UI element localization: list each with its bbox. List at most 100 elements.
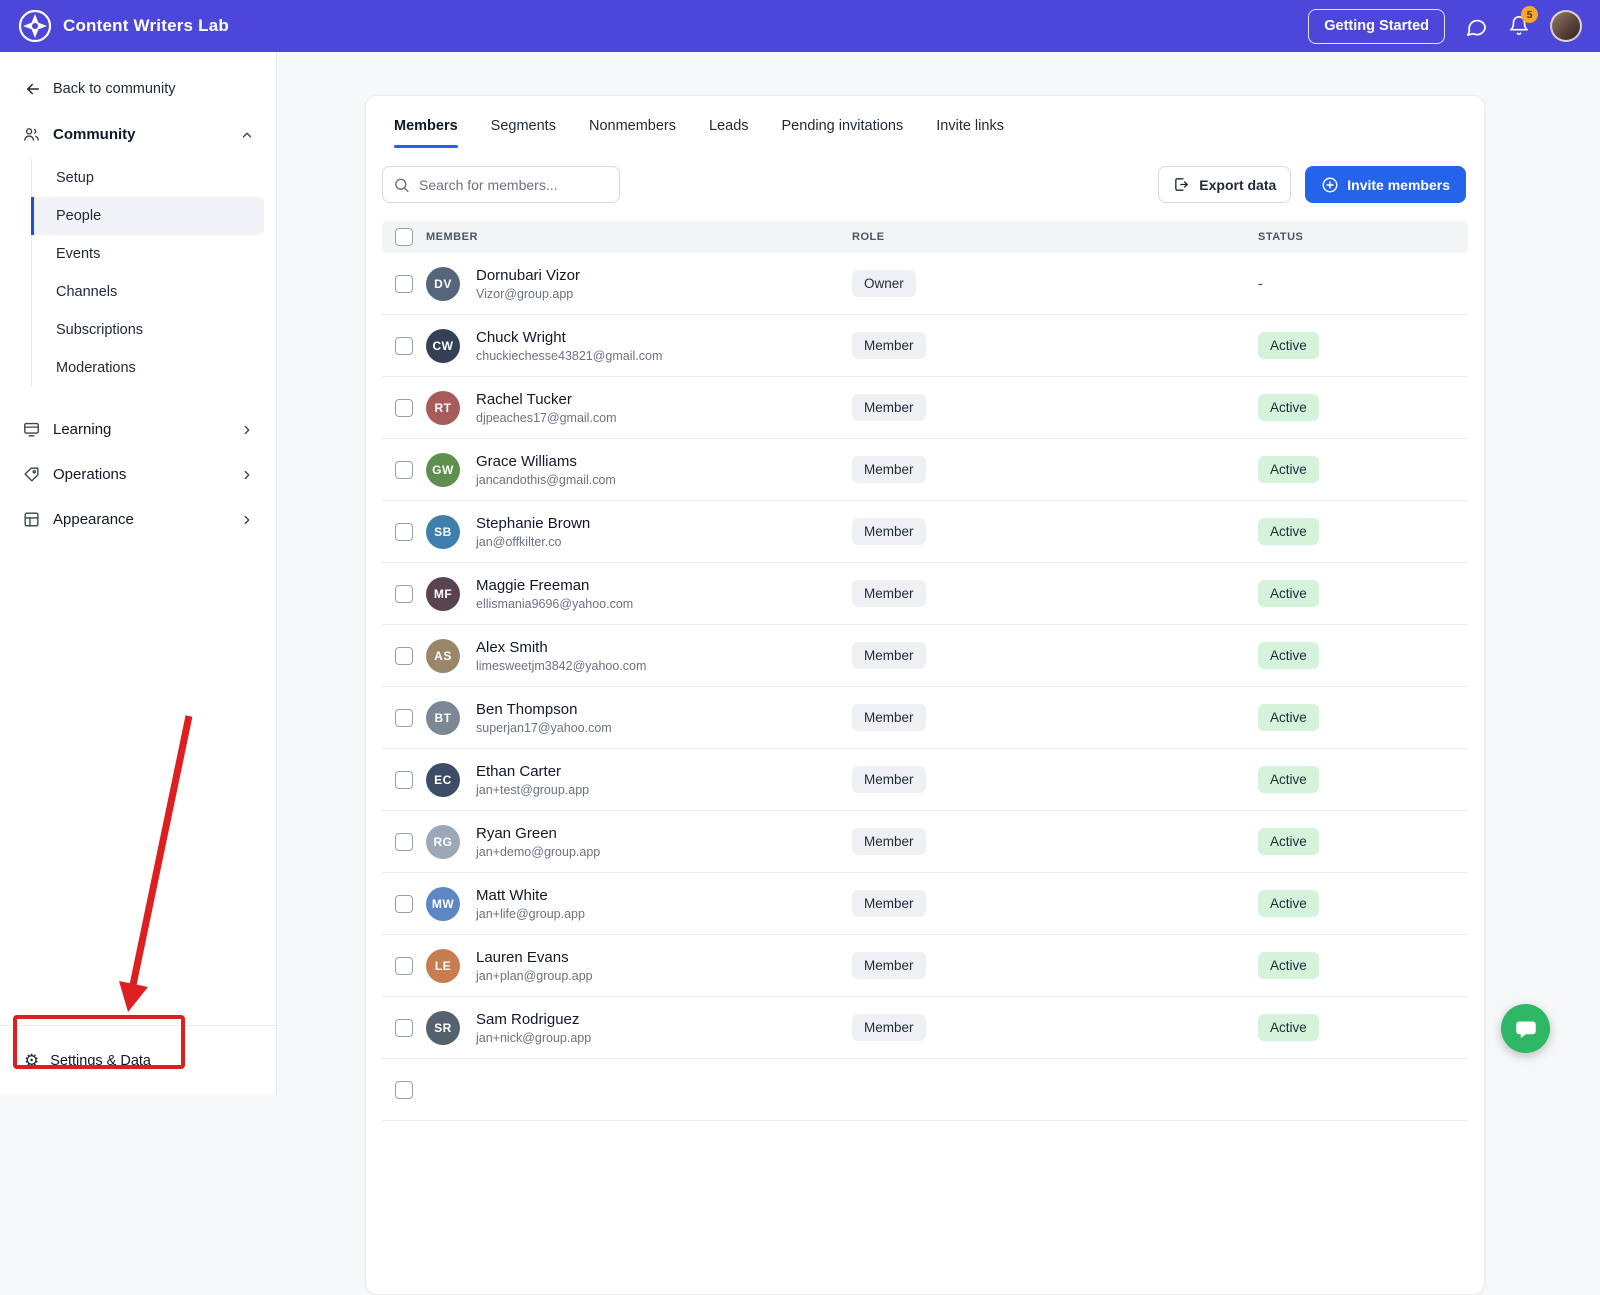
chevron-right-icon xyxy=(240,468,254,482)
gear-icon: ⚙ xyxy=(24,1052,39,1069)
status-badge: Active xyxy=(1258,518,1319,545)
status-badge: Active xyxy=(1258,704,1319,731)
member-name: Ryan Green xyxy=(476,825,600,842)
member-name: Ethan Carter xyxy=(476,763,589,780)
sidebar-section-appearance[interactable]: Appearance xyxy=(0,497,276,542)
settings-and-data-link[interactable]: ⚙ Settings & Data xyxy=(24,1052,252,1069)
table-row: MF Maggie Freeman ellismania9696@yahoo.c… xyxy=(382,563,1468,625)
messages-icon[interactable] xyxy=(1465,15,1488,38)
sidebar-item-people[interactable]: People xyxy=(32,197,264,235)
operations-icon xyxy=(22,465,41,484)
settings-label: Settings & Data xyxy=(50,1053,151,1069)
role-badge: Member xyxy=(852,890,926,917)
sidebar-section-learning[interactable]: Learning xyxy=(0,407,276,452)
row-checkbox[interactable] xyxy=(395,709,413,727)
role-badge: Member xyxy=(852,456,926,483)
app-logo-icon xyxy=(18,9,52,43)
sidebar-item-setup[interactable]: Setup xyxy=(32,159,264,197)
sidebar-item-channels[interactable]: Channels xyxy=(32,273,264,311)
row-checkbox[interactable] xyxy=(395,399,413,417)
role-badge: Owner xyxy=(852,270,916,297)
tab-segments[interactable]: Segments xyxy=(491,118,556,148)
search-input[interactable] xyxy=(382,166,620,203)
export-data-button[interactable]: Export data xyxy=(1158,166,1291,203)
row-checkbox[interactable] xyxy=(395,647,413,665)
user-avatar[interactable] xyxy=(1550,10,1582,42)
row-checkbox[interactable] xyxy=(395,1081,413,1099)
sidebar: Back to community Community SetupPeopleE… xyxy=(0,52,277,1095)
select-all-checkbox[interactable] xyxy=(395,228,413,246)
member-name: Ben Thompson xyxy=(476,701,612,718)
row-checkbox[interactable] xyxy=(395,833,413,851)
chat-launcher-button[interactable] xyxy=(1501,1004,1550,1053)
member-name: Dornubari Vizor xyxy=(476,267,580,284)
learning-section-label: Learning xyxy=(53,421,111,438)
export-label: Export data xyxy=(1199,177,1276,193)
chat-bubble-icon xyxy=(1514,1017,1538,1041)
brand-name: Content Writers Lab xyxy=(63,16,229,36)
sidebar-item-moderations[interactable]: Moderations xyxy=(32,349,264,387)
table-row: CW Chuck Wright chuckiechesse43821@gmail… xyxy=(382,315,1468,377)
status-badge: Active xyxy=(1258,642,1319,669)
header-status: STATUS xyxy=(1258,231,1468,243)
operations-section-label: Operations xyxy=(53,466,126,483)
tab-pending-invitations[interactable]: Pending invitations xyxy=(782,118,904,148)
members-table: MEMBER ROLE STATUS DV Dornubari Vizor Vi… xyxy=(382,221,1468,1121)
member-email: superjan17@yahoo.com xyxy=(476,721,612,735)
member-email: jan+plan@group.app xyxy=(476,969,593,983)
table-row: RG Ryan Green jan+demo@group.app Member … xyxy=(382,811,1468,873)
sidebar-section-operations[interactable]: Operations xyxy=(0,452,276,497)
invite-members-button[interactable]: Invite members xyxy=(1305,166,1466,203)
row-checkbox[interactable] xyxy=(395,895,413,913)
toolbar: Export data Invite members xyxy=(366,148,1484,219)
member-name: Stephanie Brown xyxy=(476,515,590,532)
table-row: SB Stephanie Brown jan@offkilter.co Memb… xyxy=(382,501,1468,563)
plus-circle-icon xyxy=(1321,176,1339,194)
row-checkbox[interactable] xyxy=(395,275,413,293)
table-row: BT Ben Thompson superjan17@yahoo.com Mem… xyxy=(382,687,1468,749)
tabs-bar: Members Segments Nonmembers Leads Pending in… xyxy=(366,96,1484,148)
chevron-right-icon xyxy=(240,423,254,437)
row-checkbox[interactable] xyxy=(395,337,413,355)
status-badge: Active xyxy=(1258,580,1319,607)
getting-started-button[interactable]: Getting Started xyxy=(1308,9,1445,44)
sidebar-item-subscriptions[interactable]: Subscriptions xyxy=(32,311,264,349)
row-checkbox[interactable] xyxy=(395,523,413,541)
table-row: DV Dornubari Vizor Vizor@group.app Owner… xyxy=(382,253,1468,315)
member-email: djpeaches17@gmail.com xyxy=(476,411,617,425)
header-role: ROLE xyxy=(852,231,1258,243)
tab-members[interactable]: Members xyxy=(394,118,458,148)
member-email: limesweetjm3842@yahoo.com xyxy=(476,659,646,673)
role-badge: Member xyxy=(852,332,926,359)
search-box xyxy=(382,166,620,203)
sidebar-item-events[interactable]: Events xyxy=(32,235,264,273)
appearance-section-label: Appearance xyxy=(53,511,134,528)
member-name: Lauren Evans xyxy=(476,949,593,966)
sidebar-section-community[interactable]: Community xyxy=(0,112,276,157)
back-arrow-icon xyxy=(24,80,42,98)
table-row: AS Alex Smith limesweetjm3842@yahoo.com … xyxy=(382,625,1468,687)
learning-icon xyxy=(22,420,41,439)
member-avatar: CW xyxy=(426,329,460,363)
back-link-label: Back to community xyxy=(53,81,176,97)
tab-nonmembers[interactable]: Nonmembers xyxy=(589,118,676,148)
row-checkbox[interactable] xyxy=(395,957,413,975)
member-name: Rachel Tucker xyxy=(476,391,617,408)
row-checkbox[interactable] xyxy=(395,585,413,603)
row-checkbox[interactable] xyxy=(395,461,413,479)
status-text: - xyxy=(1258,275,1263,291)
row-checkbox[interactable] xyxy=(395,771,413,789)
notifications-bell-icon[interactable]: 5 xyxy=(1508,15,1530,37)
member-email: ellismania9696@yahoo.com xyxy=(476,597,633,611)
tab-invite-links[interactable]: Invite links xyxy=(936,118,1004,148)
role-badge: Member xyxy=(852,952,926,979)
member-email: jan+test@group.app xyxy=(476,783,589,797)
invite-label: Invite members xyxy=(1347,177,1450,193)
back-to-community-link[interactable]: Back to community xyxy=(0,52,276,112)
member-name: Maggie Freeman xyxy=(476,577,633,594)
table-row-partial xyxy=(382,1059,1468,1121)
row-checkbox[interactable] xyxy=(395,1019,413,1037)
tab-leads[interactable]: Leads xyxy=(709,118,749,148)
export-icon xyxy=(1173,176,1190,193)
status-badge: Active xyxy=(1258,828,1319,855)
